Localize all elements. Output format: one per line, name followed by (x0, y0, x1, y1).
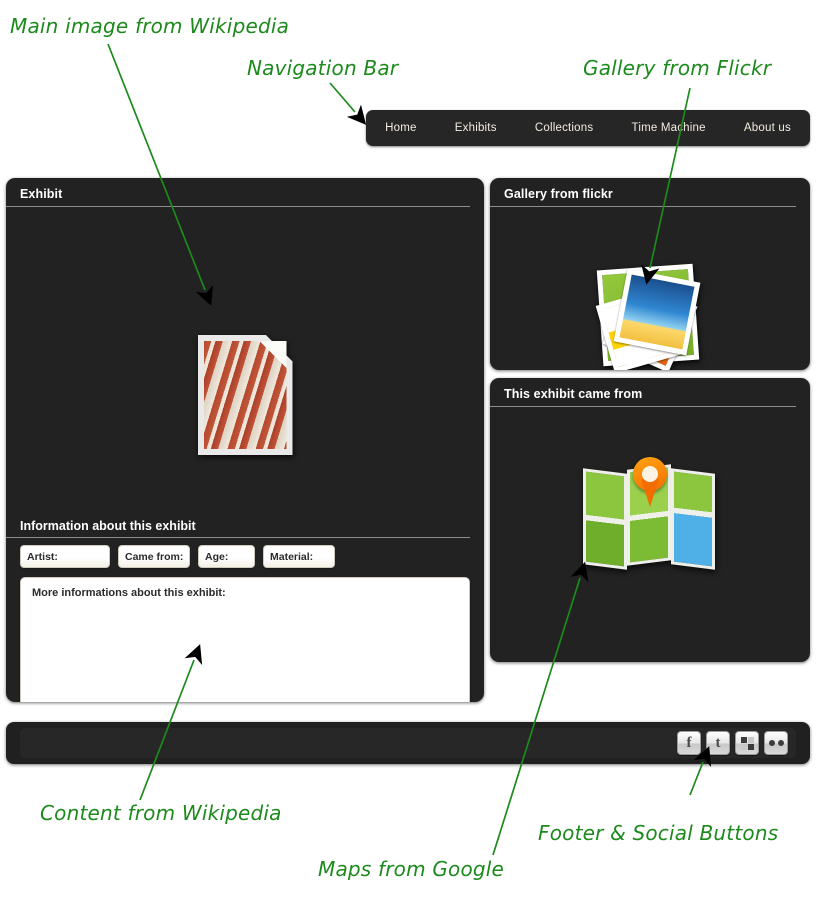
field-artist[interactable]: Artist: (20, 545, 110, 568)
flickr-dots-glyph (768, 740, 784, 746)
gallery-icon-container (490, 259, 810, 370)
placeholder-photo (203, 341, 287, 449)
exhibit-info-title: Information about this exhibit (6, 519, 470, 538)
twitter-glyph: t (715, 734, 721, 751)
exhibit-panel-title: Exhibit (6, 178, 470, 207)
twitter-icon[interactable]: t (706, 731, 730, 755)
map-fold-right (671, 468, 715, 570)
windows-grid-icon[interactable] (735, 731, 759, 755)
grid-glyph (740, 736, 754, 750)
more-information-textarea[interactable]: More informations about this exhibit: (20, 577, 470, 702)
more-information-label: More informations about this exhibit: (32, 587, 226, 599)
navigation-bar: Home Exhibits Collections Time Machine A… (366, 110, 810, 146)
facebook-icon[interactable]: f (677, 731, 701, 755)
facebook-glyph: f (686, 734, 692, 751)
site-mockup: Home Exhibits Collections Time Machine A… (0, 0, 816, 903)
nav-item-home[interactable]: Home (366, 110, 436, 146)
nav-item-time-machine[interactable]: Time Machine (612, 110, 724, 146)
photo-stack-icon[interactable] (590, 259, 710, 370)
field-artist-label: Artist: (27, 550, 58, 563)
footer-bar: f t (6, 722, 810, 764)
field-came-from-label: Came from: (125, 550, 184, 563)
social-buttons-row: f t (677, 731, 788, 755)
field-material[interactable]: Material: (263, 545, 335, 568)
nav-item-collections[interactable]: Collections (516, 110, 613, 146)
field-age[interactable]: Age: (198, 545, 255, 568)
gallery-panel-title: Gallery from flickr (490, 178, 796, 207)
map-icon-container (490, 457, 810, 570)
exhibit-panel: Exhibit Information about this exhibit A… (6, 178, 484, 702)
image-placeholder-icon[interactable] (197, 335, 293, 455)
field-material-label: Material: (270, 550, 314, 563)
field-came-from[interactable]: Came from: (118, 545, 190, 568)
nav-item-about-us[interactable]: About us (725, 110, 810, 146)
exhibit-field-row: Artist: Came from: Age: Material: (6, 538, 484, 568)
flickr-icon[interactable] (764, 731, 788, 755)
origin-panel: This exhibit came from (490, 378, 810, 662)
nav-item-exhibits[interactable]: Exhibits (436, 110, 516, 146)
map-pin-icon[interactable] (583, 457, 717, 570)
field-age-label: Age: (205, 550, 229, 563)
gallery-panel: Gallery from flickr (490, 178, 810, 370)
exhibit-info-section: Information about this exhibit Artist: C… (6, 519, 484, 702)
photo-stack-blue-frame (613, 268, 701, 356)
map-marker-hole (642, 466, 658, 482)
origin-panel-title: This exhibit came from (490, 378, 796, 407)
map-fold-left (583, 468, 627, 570)
exhibit-image-container (6, 335, 484, 455)
